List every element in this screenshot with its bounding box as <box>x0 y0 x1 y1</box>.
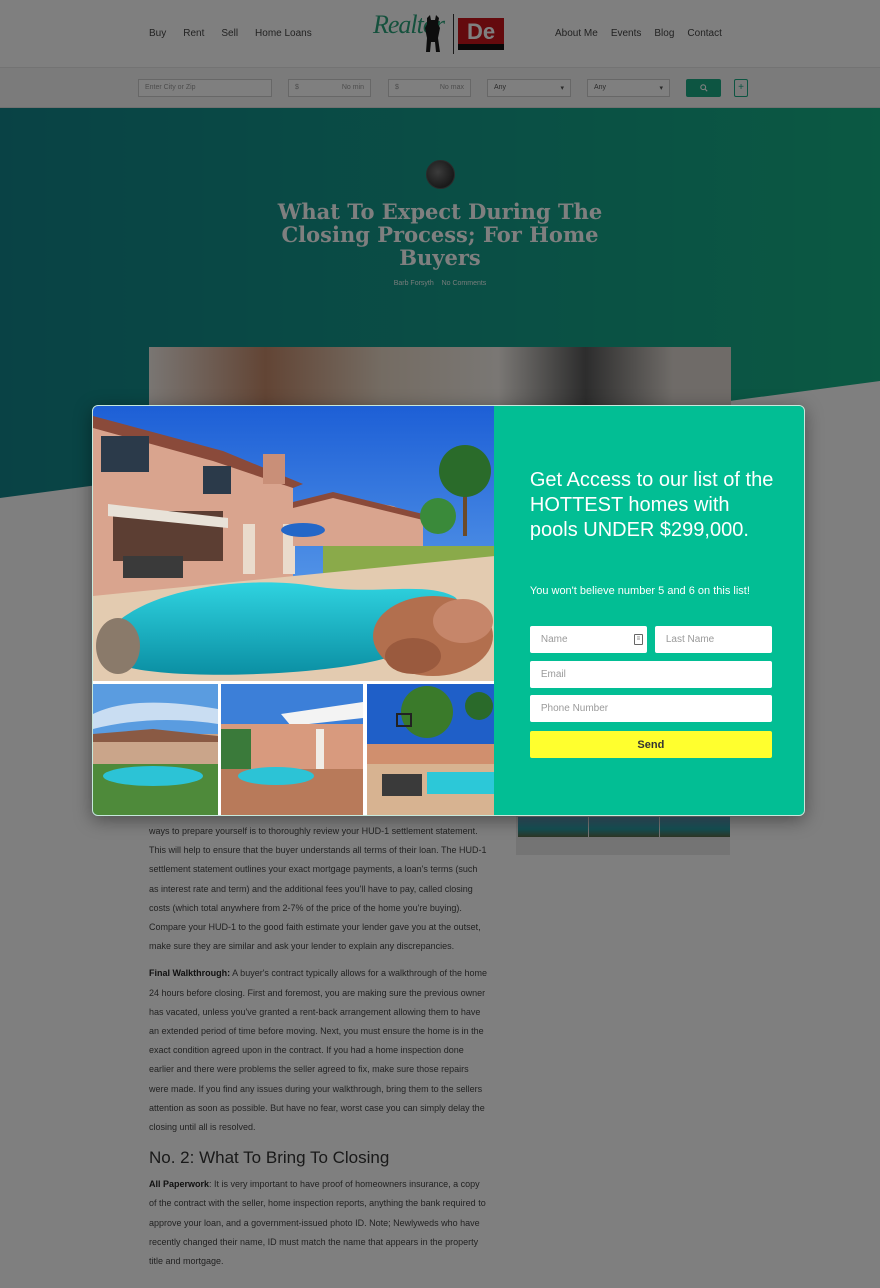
first-name-field[interactable] <box>529 626 647 653</box>
pool-thumbnail-2[interactable] <box>221 684 363 816</box>
popup-headline: Get Access to our list of the HOTTEST ho… <box>529 469 774 541</box>
send-button[interactable]: Send <box>529 731 772 758</box>
pool-thumbnail-3[interactable] <box>367 684 495 816</box>
last-name-field[interactable] <box>654 626 772 653</box>
popup-photo-collage <box>93 406 495 816</box>
email-field[interactable] <box>529 661 772 688</box>
pool-home-photo <box>93 406 495 681</box>
popup-subtext: You won't believe number 5 and 6 on this… <box>529 585 750 597</box>
lead-capture-popup: Get Access to our list of the HOTTEST ho… <box>92 405 805 816</box>
contact-card-icon[interactable]: ≡ <box>633 634 643 645</box>
pool-thumbnail-1[interactable] <box>93 684 218 816</box>
phone-field[interactable] <box>529 695 772 722</box>
popup-form-panel: Get Access to our list of the HOTTEST ho… <box>493 406 804 815</box>
